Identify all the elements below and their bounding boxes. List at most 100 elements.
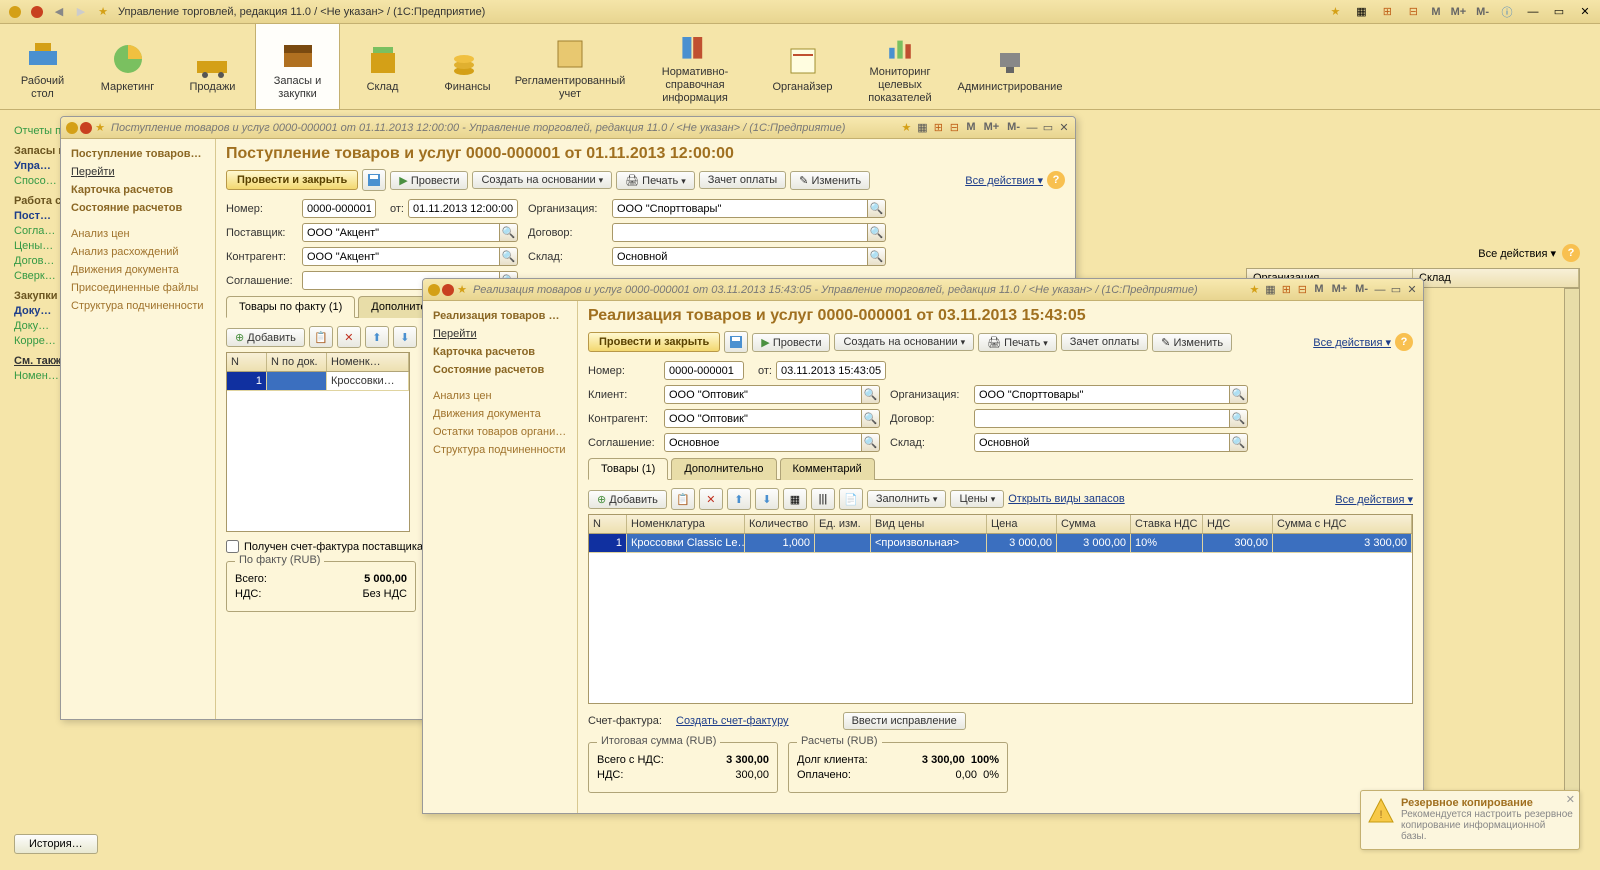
contract-input[interactable]: [974, 409, 1230, 428]
calc-icon[interactable]: ⊞: [931, 121, 945, 135]
create-based-button[interactable]: Создать на основании: [472, 171, 612, 189]
copy-row-icon[interactable]: 📋: [309, 326, 333, 348]
delete-row-icon[interactable]: ✕: [699, 488, 723, 510]
nav-menu-icon[interactable]: [29, 4, 45, 20]
grid-icon[interactable]: ▦: [783, 488, 807, 510]
org-input[interactable]: [974, 385, 1230, 404]
all-actions-link[interactable]: Все действия ▾: [1313, 336, 1391, 349]
calendar-icon[interactable]: ⊟: [947, 121, 961, 135]
client-input[interactable]: [664, 385, 862, 404]
nav-back-icon[interactable]: ◀: [51, 4, 67, 20]
section-sales[interactable]: Продажи: [170, 24, 255, 109]
m-button[interactable]: M: [1428, 6, 1443, 18]
section-reference-info[interactable]: Нормативно-справочнаяинформация: [630, 24, 760, 109]
favorite-icon[interactable]: ★: [1247, 283, 1261, 297]
counterparty-input[interactable]: [302, 247, 500, 266]
receipt-goods-table[interactable]: N N по док. Номенк… 1 Кроссовки…: [226, 352, 410, 532]
section-desktop[interactable]: Рабочийстол: [0, 24, 85, 109]
help-icon[interactable]: ?: [1047, 171, 1065, 189]
sidebar-item[interactable]: Структура подчиненности: [65, 297, 211, 315]
sidebar-item[interactable]: Остатки товаров органи…: [427, 423, 573, 441]
print-button[interactable]: 🖨 Печать: [978, 333, 1057, 352]
number-input[interactable]: [664, 361, 744, 380]
counterparty-input[interactable]: [664, 409, 862, 428]
help-icon[interactable]: ?: [1395, 333, 1413, 351]
sidebar-item[interactable]: Реализация товаров …: [427, 307, 573, 325]
tab-additional[interactable]: Дополнительно: [671, 458, 776, 480]
search-icon[interactable]: 🔍: [1230, 433, 1248, 452]
m-minus-button[interactable]: M-: [1352, 283, 1371, 297]
sales-goods-table[interactable]: N Номенклатура Количество Ед. изм. Вид ц…: [588, 514, 1413, 704]
m-minus-button[interactable]: M-: [1473, 6, 1492, 18]
search-icon[interactable]: 🔍: [868, 223, 886, 242]
menu-icon[interactable]: [79, 121, 93, 135]
fav-right-icon[interactable]: ★: [1327, 4, 1343, 20]
maximize-icon[interactable]: ▭: [1041, 121, 1055, 135]
notes-icon[interactable]: ▦: [1353, 4, 1369, 20]
fill-button[interactable]: Заполнить: [867, 490, 947, 508]
post-and-close-button[interactable]: Провести и закрыть: [588, 332, 720, 352]
minimize-icon[interactable]: —: [1373, 283, 1387, 297]
info-icon[interactable]: ⓘ: [1499, 4, 1515, 20]
close-icon[interactable]: ✕: [1566, 793, 1575, 806]
sidebar-item[interactable]: Состояние расчетов: [65, 199, 211, 217]
m-button[interactable]: M: [1311, 283, 1326, 297]
post-button[interactable]: ▶ Провести: [752, 333, 830, 352]
sidebar-item[interactable]: Анализ расхождений: [65, 243, 211, 261]
offset-payment-button[interactable]: Зачет оплаты: [1061, 333, 1148, 351]
all-actions-link[interactable]: Все действия ▾: [965, 174, 1043, 187]
print-button[interactable]: 🖨 Печать: [616, 171, 695, 190]
all-actions-link[interactable]: Все действия ▾: [1335, 493, 1413, 506]
calendar-icon[interactable]: ⊟: [1405, 4, 1421, 20]
search-icon[interactable]: 🔍: [500, 223, 518, 242]
section-admin[interactable]: Администрирование: [955, 24, 1065, 109]
search-icon[interactable]: 🔍: [868, 247, 886, 266]
close-icon[interactable]: ✕: [1405, 283, 1419, 297]
tab-goods[interactable]: Товары по факту (1): [226, 296, 355, 318]
search-icon[interactable]: 🔍: [862, 433, 880, 452]
create-based-button[interactable]: Создать на основании: [834, 333, 974, 351]
sidebar-item[interactable]: Присоединенные файлы: [65, 279, 211, 297]
move-up-icon[interactable]: ⬆: [365, 326, 389, 348]
date-input[interactable]: [776, 361, 886, 380]
m-minus-button[interactable]: M-: [1004, 121, 1023, 135]
enter-correction-button[interactable]: Ввести исправление: [843, 712, 966, 730]
favorite-icon[interactable]: ★: [899, 121, 913, 135]
sidebar-item[interactable]: Движения документа: [427, 405, 573, 423]
nav-fwd-icon[interactable]: ▶: [73, 4, 89, 20]
sidebar-item[interactable]: Состояние расчетов: [427, 361, 573, 379]
add-row-button[interactable]: ⊕ Добавить: [226, 328, 305, 347]
sidebar-item[interactable]: Анализ цен: [427, 387, 573, 405]
help-icon[interactable]: ?: [1562, 244, 1580, 262]
calc-icon[interactable]: ⊞: [1379, 4, 1395, 20]
minimize-icon[interactable]: —: [1025, 121, 1039, 135]
m-plus-button[interactable]: M+: [981, 121, 1003, 135]
maximize-icon[interactable]: ▭: [1389, 283, 1403, 297]
maximize-icon[interactable]: ▭: [1551, 4, 1567, 20]
search-icon[interactable]: 🔍: [500, 247, 518, 266]
sidebar-item[interactable]: Карточка расчетов: [65, 181, 211, 199]
bg-all-actions[interactable]: Все действия ▾ ?: [1478, 244, 1580, 262]
section-warehouse[interactable]: Склад: [340, 24, 425, 109]
table-row[interactable]: 1 Кроссовки Classic Le… 1,000 <произволь…: [589, 534, 1412, 553]
section-reg-accounting[interactable]: Регламентированныйучет: [510, 24, 630, 109]
section-marketing[interactable]: Маркетинг: [85, 24, 170, 109]
section-kpi[interactable]: Мониторинг целевыхпоказателей: [845, 24, 955, 109]
calc-icon[interactable]: ⊞: [1279, 283, 1293, 297]
barcode-icon[interactable]: |||: [811, 488, 835, 510]
search-icon[interactable]: 🔍: [1230, 385, 1248, 404]
sidebar-item[interactable]: Структура подчиненности: [427, 441, 573, 459]
window-sales-titlebar[interactable]: ★ Реализация товаров и услуг 0000-000001…: [423, 279, 1423, 301]
close-icon[interactable]: ✕: [1057, 121, 1071, 135]
search-icon[interactable]: 🔍: [862, 385, 880, 404]
post-and-close-button[interactable]: Провести и закрыть: [226, 170, 358, 190]
add-row-button[interactable]: ⊕ Добавить: [588, 490, 667, 509]
sidebar-item[interactable]: Движения документа: [65, 261, 211, 279]
tab-goods[interactable]: Товары (1): [588, 458, 668, 480]
section-finance[interactable]: Финансы: [425, 24, 510, 109]
save-icon[interactable]: [724, 331, 748, 353]
minimize-icon[interactable]: —: [1525, 4, 1541, 20]
move-down-icon[interactable]: ⬇: [755, 488, 779, 510]
backup-notification[interactable]: ! Резервное копирование Рекомендуется на…: [1360, 790, 1580, 850]
m-button[interactable]: M: [963, 121, 978, 135]
